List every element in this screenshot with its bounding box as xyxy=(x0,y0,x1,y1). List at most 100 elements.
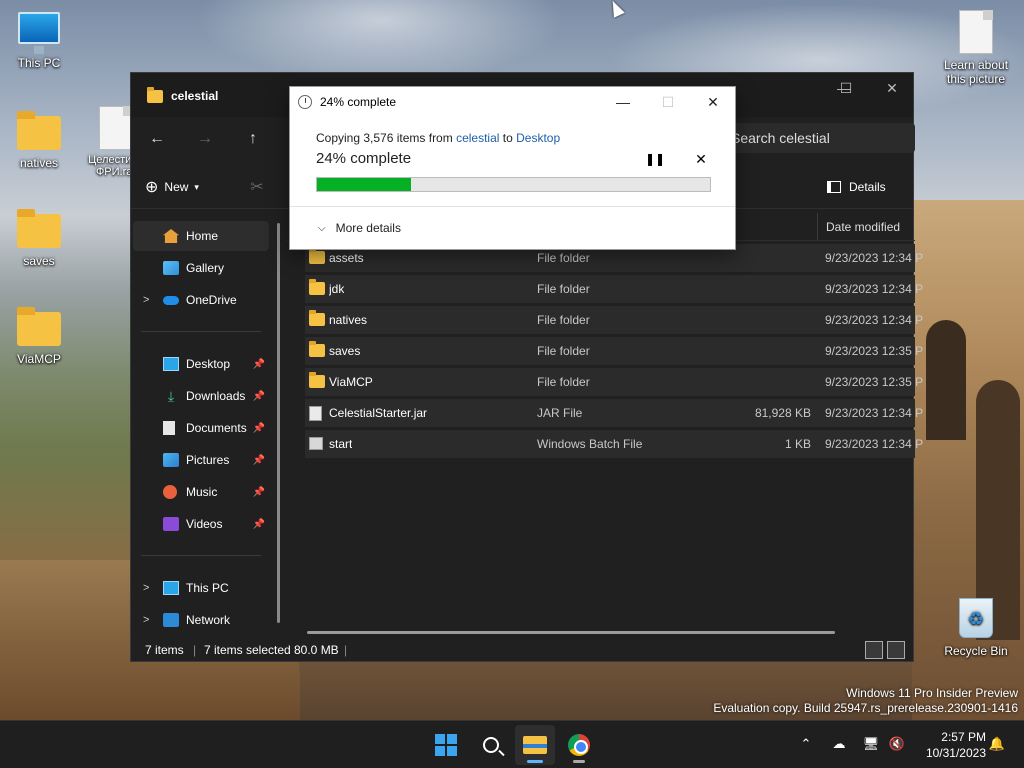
recycle-bin-icon: ♻ xyxy=(959,598,993,638)
sidebar-item-videos[interactable]: Videos 📌 xyxy=(133,509,269,539)
folder-icon xyxy=(17,209,61,248)
source-link[interactable]: celestial xyxy=(456,131,499,145)
sidebar-item-label: OneDrive xyxy=(186,293,237,307)
sidebar-divider xyxy=(141,331,261,332)
watermark-line-1: Windows 11 Pro Insider Preview xyxy=(846,686,1018,700)
windows-logo-icon xyxy=(435,734,457,756)
search-icon xyxy=(483,737,499,753)
desktop-icon-natives[interactable]: natives xyxy=(1,111,77,170)
horizontal-scrollbar[interactable] xyxy=(307,631,835,634)
details-button[interactable]: Details xyxy=(827,173,886,201)
up-arrow-icon[interactable]: ↑ xyxy=(237,125,269,153)
chevron-down-icon: ▾ xyxy=(194,181,199,192)
start-button[interactable] xyxy=(426,725,466,765)
taskbar-chrome[interactable] xyxy=(559,725,599,765)
monitor-icon xyxy=(163,581,179,595)
desktop-icon xyxy=(163,357,179,371)
tab-title: celestial xyxy=(171,89,219,103)
table-row[interactable]: jdk File folder 9/23/2023 12:34 P xyxy=(305,275,923,303)
onedrive-offline-icon[interactable]: ☁ xyxy=(828,733,850,755)
back-arrow-icon[interactable]: ← xyxy=(141,125,173,153)
desktop-icon-label: Recycle Bin xyxy=(944,644,1008,658)
video-icon xyxy=(163,517,179,531)
desktop-icon-this-pc[interactable]: This PC xyxy=(1,12,77,70)
desktop-icon-label: saves xyxy=(23,254,55,268)
sidebar-item-pictures[interactable]: Pictures 📌 xyxy=(133,445,269,475)
clock-icon xyxy=(298,95,312,109)
file-size xyxy=(725,337,811,365)
chevron-right-icon: > xyxy=(143,294,150,306)
table-row[interactable]: natives File folder 9/23/2023 12:34 P xyxy=(305,306,923,334)
desktop-icon-viamcp[interactable]: ViaMCP xyxy=(1,307,77,366)
chevron-right-icon: > xyxy=(143,582,150,594)
sidebar-item-network[interactable]: > Network xyxy=(133,605,269,635)
file-size xyxy=(725,368,811,396)
sidebar-item-desktop[interactable]: Desktop 📌 xyxy=(133,349,269,379)
tiles-view-icon[interactable] xyxy=(887,641,905,659)
close-button[interactable]: ✕ xyxy=(690,87,736,117)
file-type: JAR File xyxy=(537,406,583,420)
copy-prefix: Copying 3,576 items from xyxy=(316,131,457,145)
sidebar-item-downloads[interactable]: ⤓ Downloads 📌 xyxy=(133,381,269,411)
status-bar: 7 items | 7 items selected 80.0 MB | xyxy=(131,639,913,663)
document-icon xyxy=(99,106,133,150)
table-row[interactable]: ViaMCP File folder 9/23/2023 12:35 P xyxy=(305,368,923,396)
desktop-icon-learn-about-picture[interactable]: Learn about this picture xyxy=(936,10,1016,86)
volume-muted-icon[interactable]: 🔇 xyxy=(886,733,908,755)
new-button[interactable]: ⊕ New ▾ xyxy=(145,173,199,201)
desktop-icon-recycle-bin[interactable]: ♻ Recycle Bin xyxy=(936,598,1016,658)
close-button[interactable]: ✕ xyxy=(869,73,915,103)
document-icon xyxy=(959,10,993,54)
chevron-down-icon: ⌵ xyxy=(318,222,326,234)
desktop-icon-label: This PC xyxy=(17,56,61,70)
table-row[interactable]: start Windows Batch File 1 KB 9/23/2023 … xyxy=(305,430,923,458)
bell-icon[interactable]: 🔔 xyxy=(986,733,1008,755)
running-indicator xyxy=(527,760,543,763)
table-row[interactable]: saves File folder 9/23/2023 12:35 P xyxy=(305,337,923,365)
file-size: 81,928 KB xyxy=(754,406,811,420)
file-date: 9/23/2023 12:34 P xyxy=(825,406,924,420)
destination-link[interactable]: Desktop xyxy=(516,131,560,145)
pin-icon: 📌 xyxy=(252,390,265,402)
chevron-right-icon: > xyxy=(143,614,150,626)
explorer-tab[interactable]: celestial xyxy=(139,81,299,111)
sidebar-item-home[interactable]: Home xyxy=(133,221,269,251)
taskbar-file-explorer[interactable] xyxy=(515,725,555,765)
sidebar-scrollbar[interactable] xyxy=(277,223,280,623)
file-date: 9/23/2023 12:34 P xyxy=(825,251,924,265)
sidebar-item-this-pc[interactable]: > This PC xyxy=(133,573,269,603)
details-view-icon[interactable] xyxy=(865,641,883,659)
taskbar-search-button[interactable] xyxy=(471,725,511,765)
sidebar-item-onedrive[interactable]: > OneDrive xyxy=(133,285,269,315)
file-type: File folder xyxy=(537,282,590,296)
pin-icon: 📌 xyxy=(252,518,265,530)
table-row[interactable]: CelestialStarter.jar JAR File 81,928 KB … xyxy=(305,399,923,427)
folder-icon xyxy=(147,86,163,103)
pin-icon: 📌 xyxy=(252,486,265,498)
progress-bar-fill xyxy=(317,178,412,191)
item-count: 7 items xyxy=(145,643,184,657)
file-name: saves xyxy=(329,344,361,358)
column-header-date-modified[interactable]: Date modified xyxy=(817,213,900,241)
pause-button[interactable]: ❚❚ xyxy=(642,149,668,169)
file-size: 1 KB xyxy=(784,437,811,451)
file-date: 9/23/2023 12:34 P xyxy=(825,437,924,451)
sidebar-item-documents[interactable]: Documents 📌 xyxy=(133,413,269,443)
sidebar-item-gallery[interactable]: Gallery xyxy=(133,253,269,283)
network-icon[interactable]: 🖥 xyxy=(860,733,882,755)
cut-icon[interactable]: ✂ xyxy=(243,173,271,201)
minimize-button[interactable]: — xyxy=(600,87,646,117)
music-icon xyxy=(163,485,177,499)
desktop-icon-saves[interactable]: saves xyxy=(1,209,77,268)
chevron-up-icon[interactable]: ⌃ xyxy=(795,733,817,755)
search-input[interactable]: Search celestial xyxy=(721,123,915,153)
taskbar-clock[interactable]: 2:57 PM 10/31/2023 xyxy=(912,729,986,761)
sidebar-item-music[interactable]: Music 📌 xyxy=(133,477,269,507)
cancel-button[interactable]: ✕ xyxy=(688,149,714,169)
evaluation-watermark: Windows 11 Pro Insider Preview Evaluatio… xyxy=(713,686,1018,716)
forward-arrow-icon[interactable]: → xyxy=(189,125,221,153)
navigation-pane: Home Gallery > OneDrive Desktop 📌 ⤓ Down… xyxy=(131,213,283,633)
more-details-button[interactable]: ⌵ More details xyxy=(318,221,401,235)
maximize-button[interactable]: ☐ xyxy=(823,73,869,103)
copy-to: to xyxy=(499,131,517,145)
